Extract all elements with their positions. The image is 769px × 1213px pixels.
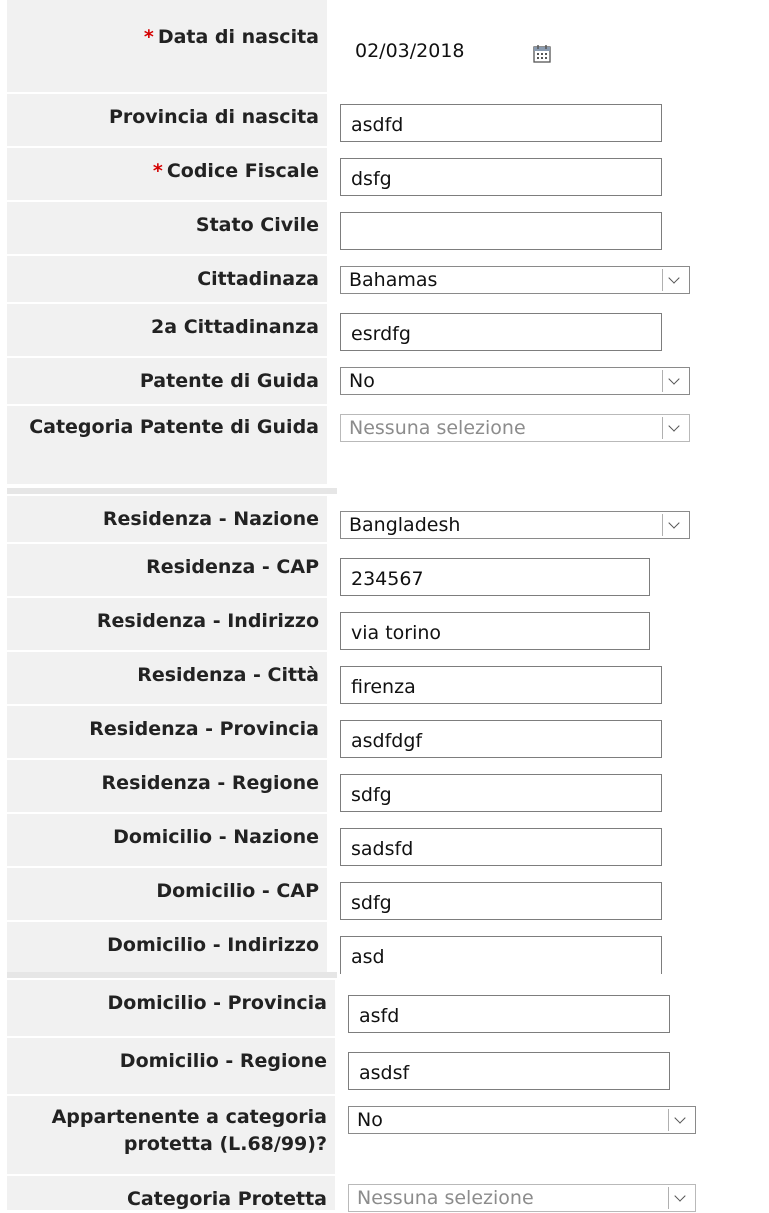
residenza-nazione-select[interactable]: Bangladesh [340,511,690,539]
label-text: Codice Fiscale [166,160,319,182]
categoria-protetta-label: Categoria Protetta [7,1176,335,1210]
categoria-protetta-select[interactable]: Nessuna selezione [348,1184,696,1212]
categoria-protetta-flag-label: Appartenente a categoria protetta (L.68/… [7,1096,335,1174]
categoria-protetta-flag-select[interactable]: No [348,1106,696,1134]
label-text: Residenza - Indirizzo [96,610,319,632]
birth-date-field[interactable]: 02/03/2018 [355,38,465,64]
label-text: Domicilio - Nazione [113,826,319,848]
residenza-regione-label: Residenza - Regione [7,760,327,812]
label-text: Residenza - Città [137,664,319,686]
label-text: Stato Civile [195,214,319,236]
select-value: Nessuna selezione [357,1187,534,1209]
select-value: Bahamas [349,269,438,291]
input-value: sadsfd [351,838,414,860]
residenza-citta-label: Residenza - Città [7,652,327,704]
input-value: asd [351,946,385,968]
input-value: asdfdgf [351,730,423,752]
seconda-cittadinanza-input[interactable]: esrdfg [340,313,662,351]
domicilio-indirizzo-input[interactable]: asd [340,936,662,974]
categoria-patente-select[interactable]: Nessuna selezione [340,414,690,442]
input-value: asfd [359,1005,400,1027]
residenza-regione-input[interactable]: sdfg [340,774,662,812]
label-text: Residenza - Nazione [102,508,319,530]
label-text: Cittadinaza [197,268,319,290]
patente-select[interactable]: No [340,367,690,395]
label-text: Provincia di nascita [108,106,319,128]
domicilio-provincia-label: Domicilio - Provincia [7,980,335,1036]
label-text: Data di nascita [157,26,319,48]
label-text: Residenza - Provincia [89,718,319,740]
calendar-icon[interactable] [532,44,552,64]
domicilio-regione-label: Domicilio - Regione [7,1038,335,1094]
required-asterisk: * [143,26,154,48]
section-divider [7,972,337,978]
cittadinanza-label: Cittadinaza [7,256,327,302]
codice-fiscale-label: * Codice Fiscale [7,148,327,200]
select-value: Nessuna selezione [349,417,526,439]
cittadinanza-select[interactable]: Bahamas [340,266,690,294]
label-text: 2a Cittadinanza [151,316,319,338]
personal-data-form: * Data di nascita 02/03/2018 Provincia di n… [0,0,769,1212]
residenza-cap-label: Residenza - CAP [7,544,327,596]
domicilio-provincia-input[interactable]: asfd [348,995,670,1033]
input-value: firenza [351,676,416,698]
chevron-down-icon[interactable] [662,370,687,392]
select-value: No [349,370,375,392]
input-value: dsfg [351,168,392,190]
input-value: sdfg [351,784,392,806]
domicilio-cap-input[interactable]: sdfg [340,882,662,920]
input-value: esrdfg [351,323,411,345]
label-text: Domicilio - Provincia [107,992,327,1014]
label-text: Domicilio - CAP [156,880,319,902]
residenza-nazione-label: Residenza - Nazione [7,496,327,542]
chevron-down-icon[interactable] [668,1187,693,1209]
residenza-provincia-input[interactable]: asdfdgf [340,720,662,758]
input-value: asdfd [351,114,404,136]
input-value: via torino [351,622,442,644]
required-asterisk: * [152,160,163,182]
label-text: Categoria Patente di Guida [29,416,319,438]
domicilio-nazione-label: Domicilio - Nazione [7,814,327,866]
select-value: Bangladesh [349,514,461,536]
residenza-indirizzo-label: Residenza - Indirizzo [7,598,327,650]
seconda-cittadinanza-label: 2a Cittadinanza [7,304,327,356]
label-text: Residenza - Regione [101,772,319,794]
residenza-cap-input[interactable]: 234567 [340,558,650,596]
domicilio-cap-label: Domicilio - CAP [7,868,327,920]
codice-fiscale-input[interactable]: dsfg [340,158,662,196]
residenza-indirizzo-input[interactable]: via torino [340,612,650,650]
provincia-nascita-label: Provincia di nascita [7,94,327,146]
input-value: sdfg [351,892,392,914]
domicilio-nazione-input[interactable]: sadsfd [340,828,662,866]
label-text: Domicilio - Regione [119,1050,327,1072]
stato-civile-input[interactable] [340,212,662,250]
residenza-provincia-label: Residenza - Provincia [7,706,327,758]
input-value: asdsf [359,1062,410,1084]
chevron-down-icon[interactable] [662,269,687,291]
provincia-nascita-input[interactable]: asdfd [340,104,662,142]
label-text: Categoria Protetta [126,1188,327,1210]
patente-label: Patente di Guida [7,358,327,404]
label-text: Residenza - CAP [146,556,319,578]
input-value: 234567 [351,568,424,590]
chevron-down-icon[interactable] [662,417,687,439]
stato-civile-label: Stato Civile [7,202,327,254]
domicilio-indirizzo-label: Domicilio - Indirizzo [7,922,327,972]
chevron-down-icon[interactable] [668,1109,693,1131]
residenza-citta-input[interactable]: firenza [340,666,662,704]
label-text: Patente di Guida [139,370,319,392]
label-text: Domicilio - Indirizzo [107,934,319,956]
domicilio-regione-input[interactable]: asdsf [348,1052,670,1090]
categoria-patente-label: Categoria Patente di Guida [7,406,327,484]
label-text: Appartenente a categoria protetta (L.68/… [51,1106,327,1155]
section-divider [7,488,337,494]
data-nascita-label: * Data di nascita [7,0,327,92]
chevron-down-icon[interactable] [662,514,687,536]
select-value: No [357,1109,383,1131]
